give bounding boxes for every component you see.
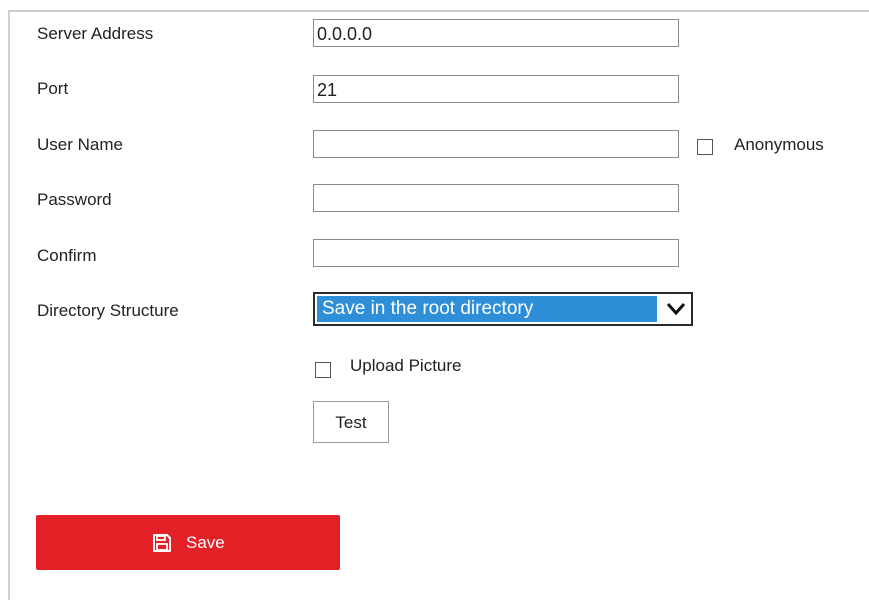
- directory-structure-label: Directory Structure: [37, 301, 179, 320]
- save-button-label: Save: [186, 533, 225, 552]
- upload-picture-checkbox[interactable]: [315, 362, 331, 378]
- test-button[interactable]: Test: [313, 401, 389, 443]
- save-button-content: Save: [152, 531, 225, 555]
- anonymous-checkbox[interactable]: [697, 139, 713, 155]
- panel-left-border: [8, 10, 10, 600]
- directory-structure-selected-value: Save in the root directory: [317, 296, 657, 322]
- floppy-disk-icon: [152, 533, 172, 553]
- ftp-settings-page: Server Address Port User Name Anonymous …: [0, 0, 869, 600]
- panel-top-border: [8, 10, 869, 12]
- confirm-label: Confirm: [37, 246, 97, 265]
- port-input[interactable]: [313, 75, 679, 103]
- confirm-password-input[interactable]: [313, 239, 679, 267]
- password-label: Password: [37, 190, 112, 209]
- chevron-down-icon: [665, 299, 687, 319]
- directory-structure-select[interactable]: Save in the root directory: [313, 292, 693, 326]
- user-name-label: User Name: [37, 135, 123, 154]
- user-name-input[interactable]: [313, 130, 679, 158]
- server-address-label: Server Address: [37, 24, 154, 43]
- password-input[interactable]: [313, 184, 679, 212]
- upload-picture-label: Upload Picture: [350, 356, 462, 375]
- save-button[interactable]: Save: [36, 515, 340, 570]
- port-label: Port: [37, 79, 69, 98]
- anonymous-label: Anonymous: [734, 135, 824, 154]
- server-address-input[interactable]: [313, 19, 679, 47]
